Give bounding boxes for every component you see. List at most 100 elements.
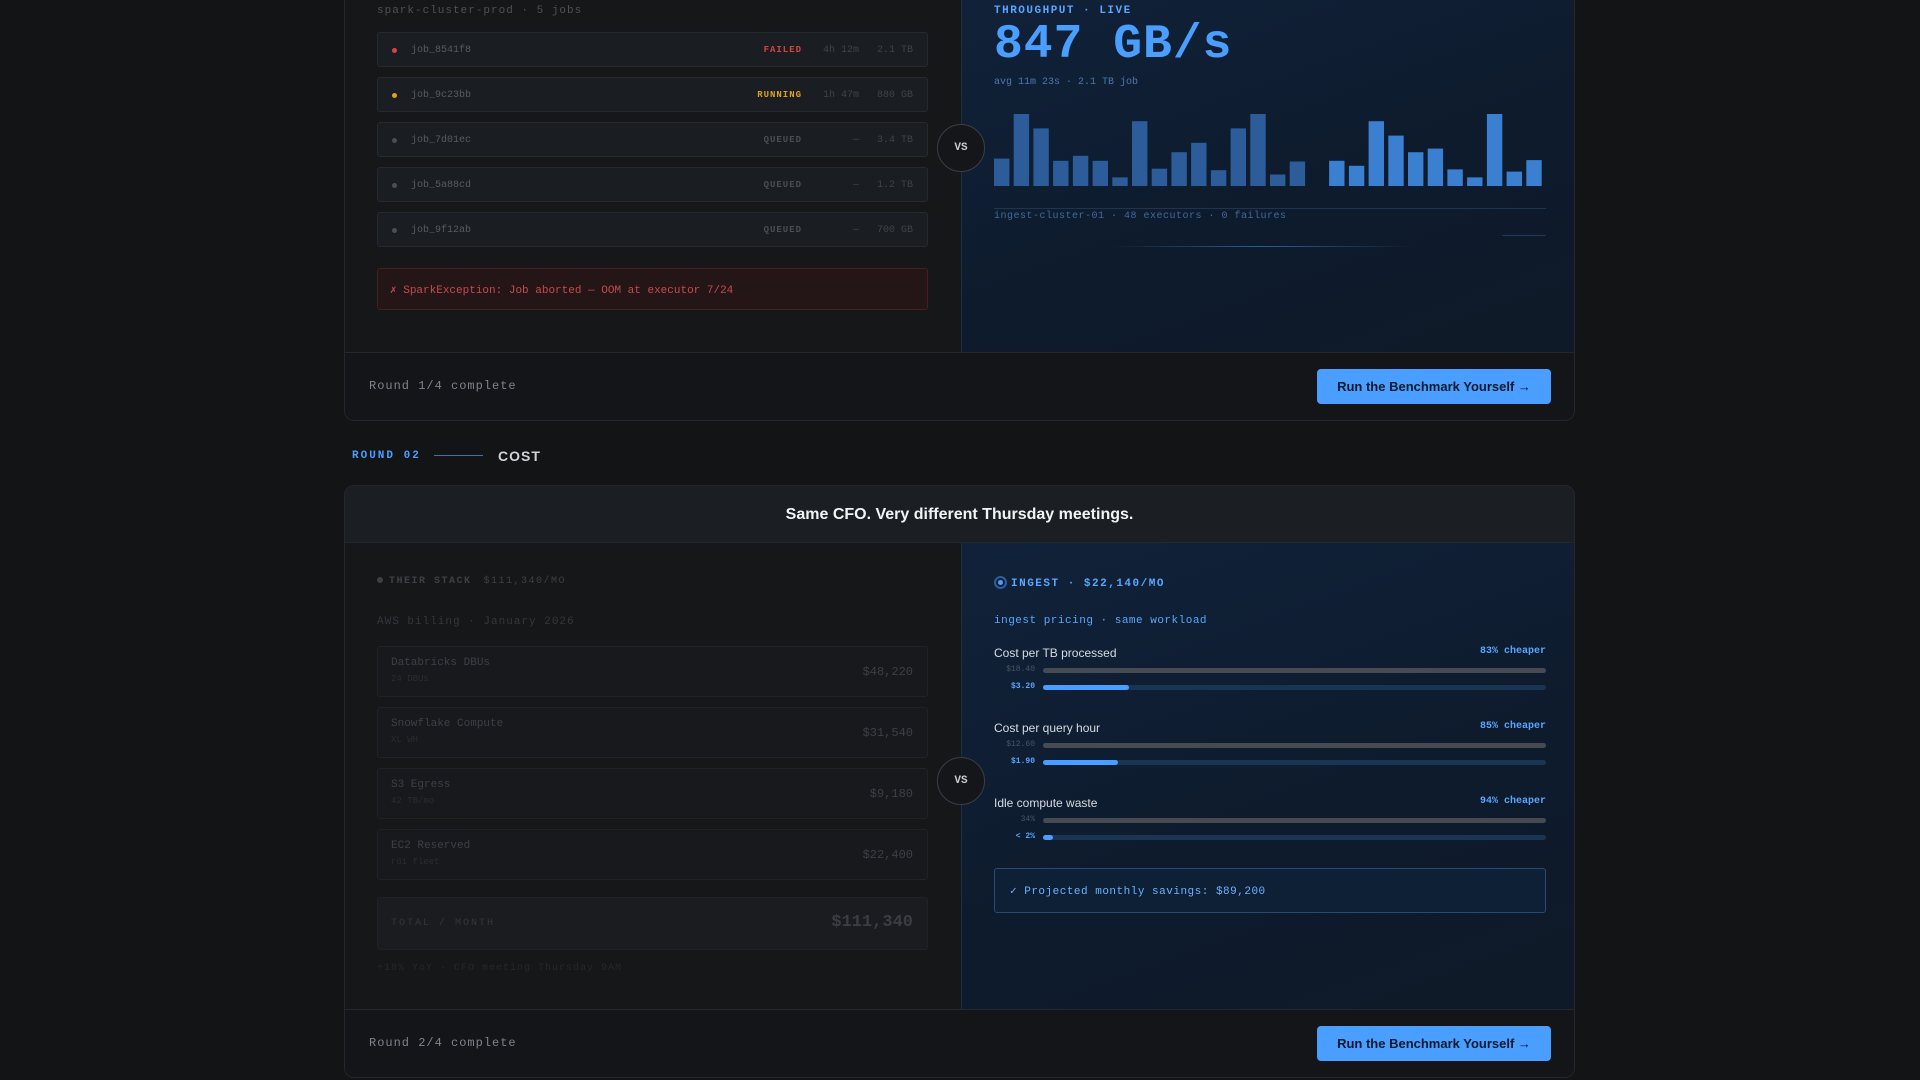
metric-title: Cost per TB processed — [994, 646, 1117, 660]
round2-card: Same CFO. Very different Thursday meetin… — [344, 485, 1575, 1078]
bill-item-amount: $31,540 — [862, 726, 913, 740]
round-status: Round 2/4 complete — [369, 1036, 517, 1050]
throughput-value: 847 GB/s — [994, 18, 1233, 72]
glow-line — [1112, 246, 1412, 247]
throughput-bar — [1467, 177, 1483, 186]
throughput-bar — [1289, 161, 1306, 186]
bill-row: Snowflake Compute XL WH $31,540 — [377, 707, 928, 758]
throughput-bar — [1033, 128, 1049, 186]
bill-item-sub: r6i fleet — [391, 857, 440, 867]
vs-badge: VS — [937, 124, 985, 172]
throughput-bar — [1526, 160, 1542, 186]
bill-item-sub: XL WH — [391, 735, 419, 745]
throughput-bar — [1210, 170, 1227, 186]
round-headline: Same CFO. Very different Thursday meetin… — [345, 486, 1574, 543]
job-name: job_5a88cd — [411, 180, 472, 191]
total-amount: $111,340 — [831, 913, 913, 932]
throughput-sub: avg 11m 23s · 2.1 TB job — [994, 77, 1139, 88]
ingest-subtitle: ingest pricing · same workload — [994, 615, 1208, 627]
their-stack-footer: +18% YoY · CFO meeting Thursday 9AM — [377, 963, 623, 974]
throughput-bar — [1329, 160, 1345, 186]
job-status: QUEUED — [763, 135, 802, 145]
glow-line — [1502, 235, 1546, 236]
cost-metric: Cost per query hour 85% cheaper $12.60 $… — [994, 721, 1546, 781]
job-row: job_7d01ec QUEUED — 3.4 TB — [377, 122, 928, 157]
throughput-bar — [1270, 174, 1286, 186]
throughput-label: THROUGHPUT · LIVE — [994, 5, 1132, 17]
throughput-bar — [1408, 152, 1424, 186]
throughput-bar — [1427, 148, 1444, 186]
metric-savings: 83% cheaper — [1479, 646, 1546, 657]
job-time: 1h 47m — [822, 90, 859, 101]
job-name: job_9c23bb — [411, 90, 472, 101]
throughput-bar — [1053, 160, 1069, 186]
bill-item-sub: 42 TB/mo — [391, 796, 435, 806]
job-status-dot — [392, 93, 397, 98]
throughput-bars — [994, 114, 1542, 186]
round2-footer: Round 2/4 complete Run the Benchmark You… — [345, 1009, 1574, 1077]
throughput-bar — [1447, 169, 1463, 186]
divider — [994, 208, 1546, 209]
job-time: — — [852, 135, 859, 146]
their-value: $12.60 — [1006, 740, 1035, 749]
throughput-bar — [1348, 165, 1365, 186]
ingest-dot-icon — [994, 576, 1007, 589]
job-size: 3.4 TB — [876, 135, 913, 146]
throughput-bar — [1191, 142, 1207, 186]
projected-savings: ✓ Projected monthly savings: $89,200 — [994, 868, 1546, 913]
throughput-bar — [1388, 135, 1404, 186]
ingest-bar-row: $3.20 — [994, 681, 1546, 693]
run-benchmark-button[interactable]: Run the Benchmark Yourself → — [1317, 1026, 1551, 1061]
throughput-bar — [1171, 152, 1187, 186]
ingest-header-label: INGEST · $22,140/MO — [1011, 578, 1165, 590]
ingest-bar-fill — [1043, 685, 1129, 690]
ingest-bar-track — [1043, 760, 1546, 765]
bill-item-amount: $22,400 — [862, 848, 913, 862]
ingest-bar-fill — [1043, 835, 1054, 840]
ingest-bar-track — [1043, 835, 1546, 840]
ingest-value: $3.20 — [1010, 682, 1035, 691]
throughput-bar — [1112, 177, 1128, 186]
throughput-footer: ingest-cluster-01 · 48 executors · 0 fai… — [994, 211, 1287, 222]
throughput-bar — [1072, 155, 1089, 186]
their-stack-amount: $111,340/MO — [483, 576, 567, 587]
job-time: — — [852, 180, 859, 191]
round-name: COST — [498, 448, 541, 464]
cluster-header: spark-cluster-prod · 5 jobs — [377, 5, 583, 17]
ingest-bar-fill — [1043, 760, 1119, 765]
throughput-bar — [1132, 121, 1148, 186]
job-size: 2.1 TB — [876, 45, 913, 56]
throughput-bar — [1486, 114, 1503, 186]
job-time: 4h 12m — [822, 45, 859, 56]
metric-title: Idle compute waste — [994, 796, 1098, 810]
round1-ingest-pane: THROUGHPUT · LIVE 847 GB/s avg 11m 23s ·… — [961, 0, 1574, 353]
job-size: 880 GB — [876, 90, 913, 101]
bill-item-amount: $48,220 — [862, 665, 913, 679]
throughput-bar — [1092, 160, 1108, 186]
total-label: TOTAL / MONTH — [391, 918, 496, 929]
throughput-bar — [1151, 168, 1168, 186]
round1-their-pane: spark-cluster-prod · 5 jobs job_8541f8 F… — [345, 0, 961, 353]
bill-item-name: EC2 Reserved — [391, 840, 471, 852]
job-status-dot — [392, 183, 397, 188]
job-name: job_7d01ec — [411, 135, 472, 146]
throughput-bar — [1250, 114, 1266, 186]
bill-item-name: Databricks DBUs — [391, 657, 491, 669]
metric-savings: 94% cheaper — [1479, 796, 1546, 807]
job-name: job_8541f8 — [411, 45, 472, 56]
cost-metric: Idle compute waste 94% cheaper 34% < 2% — [994, 796, 1546, 856]
job-row: job_9f12ab QUEUED — 700 GB — [377, 212, 928, 247]
run-benchmark-button[interactable]: Run the Benchmark Yourself → — [1317, 369, 1551, 404]
job-size: 700 GB — [876, 225, 913, 236]
bill-item-sub: 24 DBUs — [391, 674, 429, 684]
throughput-bar — [1013, 114, 1030, 186]
ingest-bar-row: $1.90 — [994, 756, 1546, 768]
job-time: — — [852, 225, 859, 236]
their-bar — [1043, 743, 1546, 748]
job-status: RUNNING — [757, 90, 802, 100]
bill-row: Databricks DBUs 24 DBUs $48,220 — [377, 646, 928, 697]
cost-metric: Cost per TB processed 83% cheaper $18.40… — [994, 646, 1546, 706]
ingest-bar-row: < 2% — [994, 831, 1546, 843]
job-status: QUEUED — [763, 225, 802, 235]
their-bar — [1043, 818, 1546, 823]
